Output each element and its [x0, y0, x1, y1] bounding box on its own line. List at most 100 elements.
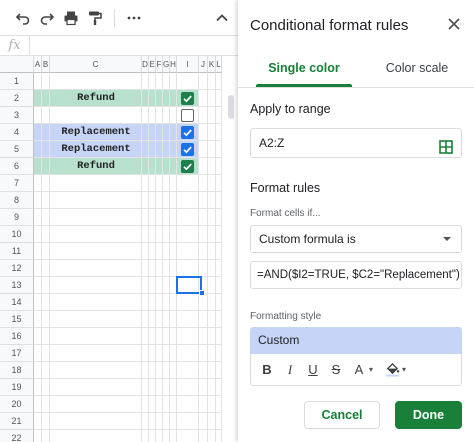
grid-cell[interactable]: [216, 413, 222, 430]
grid-cell[interactable]: [149, 345, 156, 362]
grid-cell[interactable]: [199, 413, 208, 430]
grid-cell[interactable]: [34, 430, 42, 442]
grid-cell[interactable]: [208, 73, 216, 90]
row-header[interactable]: 18: [0, 362, 34, 379]
grid-cell[interactable]: [216, 328, 222, 345]
grid-cell[interactable]: [50, 345, 142, 362]
grid-cell[interactable]: [170, 158, 177, 175]
grid-cell[interactable]: [170, 124, 177, 141]
text-color-button[interactable]: A: [349, 360, 369, 380]
grid-cell[interactable]: [42, 311, 50, 328]
grid-cell[interactable]: [142, 311, 149, 328]
grid-cell[interactable]: [170, 294, 177, 311]
paint-format-icon[interactable]: [86, 9, 104, 27]
grid-cell[interactable]: [34, 226, 42, 243]
grid-cell[interactable]: [149, 277, 156, 294]
grid-cell[interactable]: [163, 345, 170, 362]
grid-cell[interactable]: [177, 243, 199, 260]
grid-cell[interactable]: [199, 311, 208, 328]
grid-cell[interactable]: [199, 226, 208, 243]
grid-cell[interactable]: [34, 294, 42, 311]
row-header[interactable]: 11: [0, 243, 34, 260]
grid-cell[interactable]: [50, 430, 142, 442]
grid-cell[interactable]: [199, 294, 208, 311]
grid-cell[interactable]: [216, 73, 222, 90]
row-header[interactable]: 16: [0, 328, 34, 345]
grid-cell[interactable]: [142, 243, 149, 260]
grid-cell[interactable]: [42, 379, 50, 396]
grid-cell[interactable]: [42, 396, 50, 413]
grid-cell[interactable]: [34, 379, 42, 396]
grid-cell[interactable]: [170, 311, 177, 328]
grid-cell[interactable]: [50, 209, 142, 226]
grid-cell[interactable]: [208, 90, 216, 107]
grid-cell[interactable]: [149, 73, 156, 90]
grid-cell[interactable]: [149, 362, 156, 379]
grid-cell[interactable]: [42, 294, 50, 311]
grid-cell[interactable]: [199, 90, 208, 107]
grid-cell[interactable]: [208, 226, 216, 243]
grid-cell[interactable]: [216, 226, 222, 243]
grid-cell[interactable]: [156, 328, 163, 345]
grid-cell[interactable]: [42, 362, 50, 379]
grid-cell[interactable]: [216, 260, 222, 277]
row-header[interactable]: 5: [0, 141, 34, 158]
grid-cell[interactable]: [156, 73, 163, 90]
checkbox-checked[interactable]: [181, 92, 194, 105]
grid-cell[interactable]: [216, 379, 222, 396]
grid-cell[interactable]: [177, 413, 199, 430]
grid-cell[interactable]: [34, 90, 42, 107]
row-header[interactable]: 17: [0, 345, 34, 362]
row-header[interactable]: 1: [0, 73, 34, 90]
grid-cell[interactable]: [156, 175, 163, 192]
grid-cell[interactable]: [156, 124, 163, 141]
grid-cell[interactable]: [156, 107, 163, 124]
grid-cell[interactable]: [163, 260, 170, 277]
grid-cell[interactable]: [142, 209, 149, 226]
grid-cell[interactable]: [50, 192, 142, 209]
grid-cell[interactable]: [42, 73, 50, 90]
grid-cell[interactable]: [170, 107, 177, 124]
grid-cell[interactable]: [163, 277, 170, 294]
grid-cell[interactable]: [208, 430, 216, 442]
checkbox-checked[interactable]: [181, 160, 194, 173]
grid-cell[interactable]: [216, 175, 222, 192]
fill-handle[interactable]: [199, 290, 205, 296]
grid-cell[interactable]: [216, 209, 222, 226]
grid-cell[interactable]: [199, 209, 208, 226]
grid-cell[interactable]: [142, 430, 149, 442]
grid-cell[interactable]: [42, 430, 50, 442]
grid-cell[interactable]: [156, 362, 163, 379]
grid-cell[interactable]: [50, 379, 142, 396]
grid-cell[interactable]: [177, 175, 199, 192]
grid-cell[interactable]: [208, 294, 216, 311]
grid-cell[interactable]: [156, 311, 163, 328]
grid-cell[interactable]: [199, 124, 208, 141]
grid-cell[interactable]: [199, 158, 208, 175]
grid-cell[interactable]: [170, 396, 177, 413]
grid-cell[interactable]: [199, 260, 208, 277]
grid-cell[interactable]: [156, 192, 163, 209]
grid-cell[interactable]: [163, 192, 170, 209]
grid-cell[interactable]: [216, 430, 222, 442]
grid-cell[interactable]: [170, 209, 177, 226]
grid-cell[interactable]: [199, 396, 208, 413]
bold-button[interactable]: B: [257, 360, 277, 380]
grid-cell[interactable]: [34, 260, 42, 277]
grid-cell[interactable]: [142, 175, 149, 192]
column-header-j[interactable]: J: [199, 56, 208, 73]
grid-cell[interactable]: [149, 226, 156, 243]
row-header[interactable]: 10: [0, 226, 34, 243]
strikethrough-button[interactable]: S: [326, 360, 346, 380]
column-header-f[interactable]: F: [156, 56, 163, 73]
style-preview-dropdown[interactable]: Custom: [250, 327, 462, 354]
row-header[interactable]: 4: [0, 124, 34, 141]
grid-cell[interactable]: [34, 345, 42, 362]
grid-cell[interactable]: [170, 328, 177, 345]
grid-cell[interactable]: [216, 311, 222, 328]
grid-cell[interactable]: [216, 362, 222, 379]
grid-cell[interactable]: [50, 226, 142, 243]
grid-cell[interactable]: [170, 73, 177, 90]
grid-cell[interactable]: [199, 107, 208, 124]
grid-cell[interactable]: [149, 413, 156, 430]
